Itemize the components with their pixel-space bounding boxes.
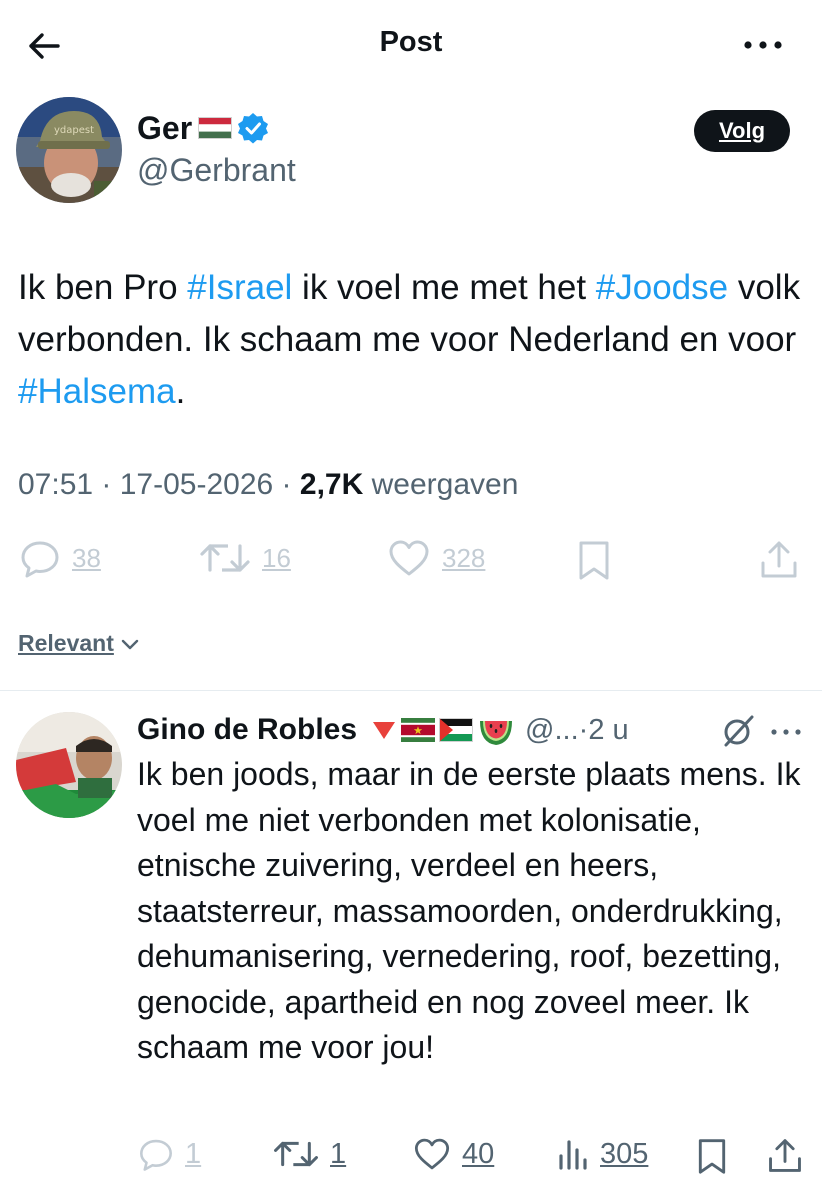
grok-icon[interactable] bbox=[720, 713, 756, 749]
post-text-part: ik voel me met het bbox=[292, 268, 596, 307]
post-text-part: Ik ben Pro bbox=[18, 268, 188, 307]
views-label: weergaven bbox=[371, 468, 519, 501]
share-icon[interactable] bbox=[766, 1136, 804, 1176]
bookmark-icon[interactable] bbox=[574, 538, 614, 582]
palestine-flag-icon bbox=[439, 718, 474, 742]
reply-time[interactable]: 2 u bbox=[588, 714, 628, 747]
author-name-row: Ger bbox=[137, 108, 270, 148]
svg-text:ydapest: ydapest bbox=[54, 125, 94, 136]
post-action-bar: 38 16 328 bbox=[0, 536, 822, 586]
reply-more-icon[interactable] bbox=[768, 722, 804, 742]
reply-button[interactable]: 38 bbox=[18, 536, 101, 580]
author-name[interactable]: Ger bbox=[137, 110, 192, 147]
page-title: Post bbox=[379, 26, 443, 58]
top-bar: Post bbox=[0, 0, 822, 90]
views-count: 2,7K bbox=[299, 468, 364, 501]
post-meta: 07:51 · 17-05-2026 · 2,7K weergaven bbox=[18, 468, 519, 501]
more-icon[interactable] bbox=[738, 30, 788, 60]
post-text-part: . bbox=[175, 372, 186, 411]
views-icon bbox=[559, 1140, 587, 1170]
suriname-flag-icon bbox=[401, 718, 436, 742]
post-text: Ik ben Pro #Israel ik voel me met het #J… bbox=[18, 262, 808, 418]
reply-repost-count: 1 bbox=[330, 1137, 347, 1170]
reply-count: 38 bbox=[72, 542, 101, 573]
like-icon bbox=[389, 540, 429, 576]
reply-icon bbox=[140, 1139, 172, 1171]
red-triangle-icon bbox=[373, 722, 396, 739]
hashtag-halsema[interactable]: #Halsema bbox=[18, 372, 176, 411]
reply-views-button[interactable]: 305 bbox=[556, 1134, 648, 1174]
chevron-down-icon bbox=[121, 639, 139, 649]
repost-count: 16 bbox=[262, 542, 291, 573]
repost-icon bbox=[200, 544, 250, 572]
reply-avatar[interactable] bbox=[16, 712, 122, 818]
reply-repost-button[interactable]: 1 bbox=[272, 1134, 346, 1174]
share-icon[interactable] bbox=[758, 538, 800, 582]
sort-dropdown[interactable]: Relevant bbox=[18, 630, 140, 657]
follow-button[interactable]: Volg bbox=[694, 110, 790, 152]
reply-views-count: 305 bbox=[600, 1137, 649, 1170]
hashtag-israel[interactable]: #Israel bbox=[187, 268, 292, 307]
reply-icon bbox=[21, 541, 59, 578]
reply-header: Gino de Robles @... · 2 u bbox=[137, 708, 807, 752]
divider bbox=[0, 690, 822, 691]
like-button[interactable]: 328 bbox=[386, 536, 485, 580]
reply-like-count: 40 bbox=[462, 1137, 495, 1170]
repost-icon bbox=[274, 1141, 318, 1167]
reply-reply-button[interactable]: 1 bbox=[137, 1134, 201, 1174]
reply-text: Ik ben joods, maar in de eerste plaats m… bbox=[137, 756, 801, 1065]
watermelon-icon bbox=[480, 721, 513, 745]
reply-time-separator: · bbox=[578, 713, 589, 746]
reply-action-bar: 1 1 40 305 bbox=[0, 1134, 822, 1178]
like-icon bbox=[414, 1138, 450, 1170]
reply-like-button[interactable]: 40 bbox=[412, 1134, 494, 1174]
reply-emoji-group bbox=[371, 713, 515, 747]
post-time[interactable]: 07:51 bbox=[18, 468, 93, 501]
sort-label: Relevant bbox=[18, 630, 114, 656]
hashtag-joodse[interactable]: #Joodse bbox=[596, 268, 728, 307]
like-count: 328 bbox=[442, 542, 486, 573]
bookmark-icon[interactable] bbox=[694, 1136, 730, 1176]
reply-reply-count: 1 bbox=[185, 1137, 202, 1170]
repost-button[interactable]: 16 bbox=[198, 536, 291, 580]
reply-handle[interactable]: @... bbox=[525, 714, 579, 747]
hungary-flag-icon bbox=[198, 117, 233, 139]
author-avatar[interactable]: ydapest bbox=[16, 97, 122, 203]
reply-author-name[interactable]: Gino de Robles bbox=[137, 713, 357, 747]
verified-icon bbox=[238, 113, 269, 144]
author-handle[interactable]: @Gerbrant bbox=[137, 152, 296, 189]
post-date[interactable]: 17-05-2026 bbox=[120, 468, 273, 501]
